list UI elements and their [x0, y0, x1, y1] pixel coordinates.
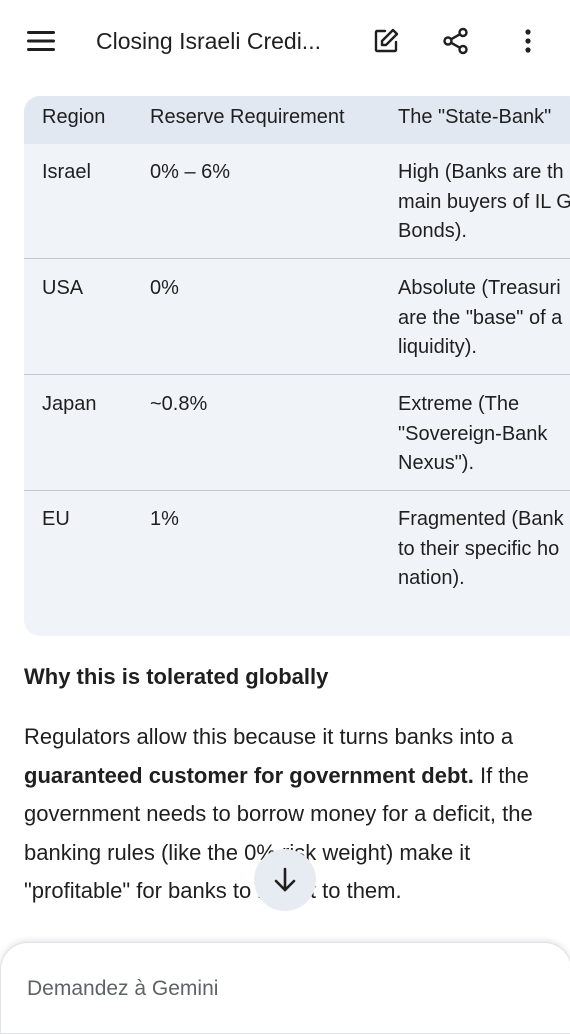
cell-state-bank: Absolute (Treasuri are the "base" of a l…	[398, 277, 563, 358]
cell-region: EU	[42, 508, 70, 530]
menu-icon[interactable]	[24, 26, 58, 56]
cell-region: USA	[42, 277, 84, 299]
section-heading: Why this is tolerated globally	[24, 664, 329, 689]
row-divider	[24, 374, 570, 375]
cell-state-bank: High (Banks are th main buyers of IL G B…	[398, 161, 570, 242]
prompt-input-placeholder[interactable]: Demandez à Gemini	[27, 977, 218, 1001]
column-header-state-bank: The "State-Bank"	[398, 106, 552, 128]
cell-reserve: 0%	[150, 277, 179, 299]
more-vert-icon[interactable]	[510, 24, 546, 58]
row-divider	[24, 258, 570, 259]
cell-state-bank: Fragmented (Bank to their specific ho na…	[398, 508, 564, 589]
scroll-to-bottom-button[interactable]	[254, 849, 316, 911]
cell-reserve: 0% – 6%	[150, 161, 231, 183]
table-row: USA 0% Absolute (Treasuri are the "base"…	[24, 260, 570, 375]
cell-reserve: ~0.8%	[150, 393, 208, 415]
share-icon[interactable]	[438, 24, 474, 58]
conversation-title[interactable]: Closing Israeli Credi...	[96, 28, 346, 55]
table-row: EU 1% Fragmented (Bank to their specific…	[24, 491, 570, 606]
top-app-bar: Closing Israeli Credi...	[0, 0, 570, 82]
cell-region: Israel	[42, 161, 91, 183]
cell-region: Japan	[42, 393, 97, 415]
column-header-reserve: Reserve Requirement	[150, 106, 345, 128]
arrow-down-icon	[274, 867, 296, 892]
table-row: Israel 0% – 6% High (Banks are th main b…	[24, 144, 570, 259]
cell-reserve: 1%	[150, 508, 179, 530]
table-header: Region Reserve Requirement The "State-Ba…	[24, 96, 570, 144]
cell-state-bank: Extreme (The "Sovereign-Bank Nexus").	[398, 393, 548, 474]
comparison-table: Region Reserve Requirement The "State-Ba…	[24, 96, 570, 636]
edit-icon[interactable]	[368, 24, 404, 58]
prompt-input-bar[interactable]: Demandez à Gemini	[0, 942, 570, 1034]
column-header-region: Region	[42, 106, 106, 128]
table-row: Japan ~0.8% Extreme (The "Sovereign-Bank…	[24, 376, 570, 491]
